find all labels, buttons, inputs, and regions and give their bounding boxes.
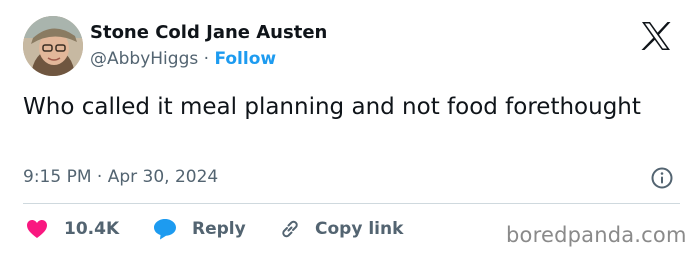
avatar-photo: [23, 16, 83, 76]
reply-button[interactable]: Reply: [153, 217, 246, 241]
like-count: 10.4K: [64, 219, 120, 239]
author-subline: @AbbyHiggs · Follow: [90, 48, 276, 70]
watermark: boredpanda.com: [506, 223, 687, 247]
speech-bubble-icon: [154, 219, 176, 240]
avatar[interactable]: [23, 16, 83, 76]
tweet-text: Who called it meal planning and not food…: [23, 94, 641, 120]
follow-button[interactable]: Follow: [214, 49, 276, 69]
copy-link-label: Copy link: [315, 219, 404, 239]
link-icon: [282, 220, 298, 238]
author-display-name[interactable]: Stone Cold Jane Austen: [90, 22, 327, 44]
x-logo-icon[interactable]: [641, 22, 671, 50]
copy-link-button[interactable]: Copy link: [279, 217, 403, 241]
info-circle-icon[interactable]: [651, 167, 673, 189]
separator-dot: ·: [203, 49, 210, 69]
divider: [23, 203, 680, 204]
heart-icon: [27, 220, 47, 238]
author-handle[interactable]: @AbbyHiggs: [90, 49, 198, 69]
tweet-timestamp[interactable]: 9:15 PM · Apr 30, 2024: [23, 166, 218, 188]
reply-label: Reply: [192, 219, 246, 239]
like-button[interactable]: 10.4K: [26, 217, 119, 241]
